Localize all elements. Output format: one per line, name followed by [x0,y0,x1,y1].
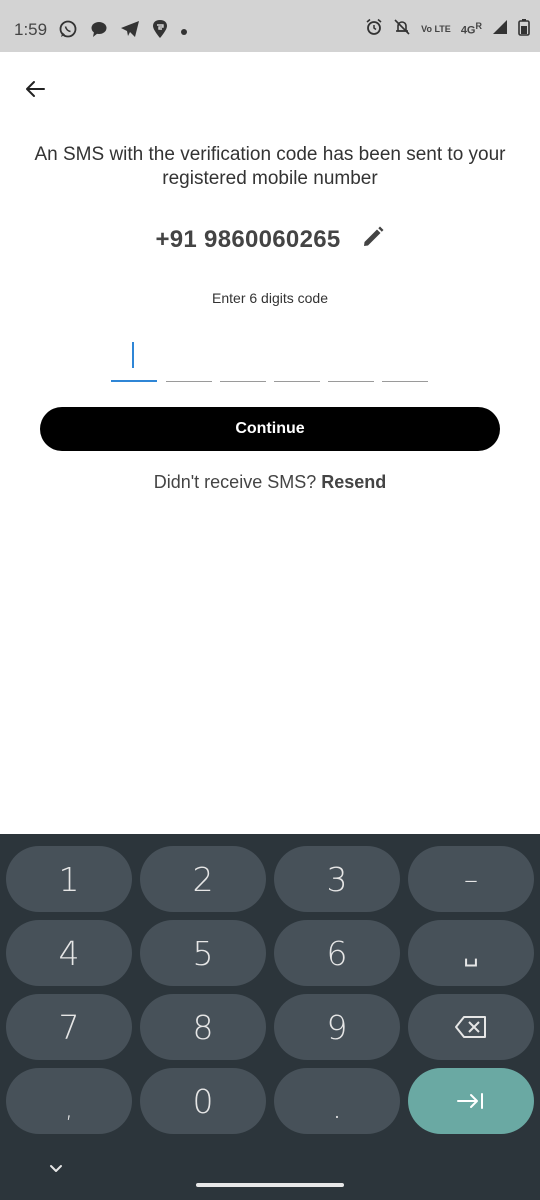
key-4[interactable]: 4 [6,920,132,986]
dot-icon [180,23,188,41]
key-0[interactable]: 0 [140,1068,266,1134]
key-9[interactable]: 9 [274,994,400,1060]
key-space[interactable]: ␣ [408,920,534,986]
key-3[interactable]: 3 [274,846,400,912]
network-label: 4G [460,24,476,37]
alarm-icon [365,18,383,41]
otp-digit-3[interactable] [220,340,266,382]
otp-input [111,340,431,384]
resend-row: Didn't receive SMS? Resend [0,472,540,493]
roaming-label: R [475,21,483,32]
otp-digit-4[interactable] [274,340,320,382]
otp-digit-6[interactable] [382,340,428,382]
resend-link[interactable]: Resend [321,472,386,492]
gesture-nav-handle[interactable] [196,1183,344,1187]
key-next[interactable] [408,1068,534,1134]
otp-digit-2[interactable] [166,340,212,382]
key-8[interactable]: 8 [140,994,266,1060]
bell-off-icon [393,18,411,41]
key-comma[interactable]: , [6,1068,132,1134]
network-type: 4GR [461,22,482,37]
hide-keyboard-button[interactable] [46,1158,66,1178]
battery-icon [518,18,530,41]
code-label: Enter 6 digits code [212,290,328,306]
pencil-icon [363,226,384,246]
key-period[interactable]: . [274,1068,400,1134]
resend-prompt: Didn't receive SMS? [153,472,317,492]
back-button[interactable] [18,72,52,106]
key-minus[interactable]: – [408,846,534,912]
key-backspace[interactable] [408,994,534,1060]
sms-info-text: An SMS with the verification code has be… [34,144,506,189]
status-time: 1:59 [14,20,48,39]
key-7[interactable]: 7 [6,994,132,1060]
edit-phone-button[interactable] [361,225,385,254]
chevron-down-icon [50,1165,62,1172]
key-2[interactable]: 2 [140,846,266,912]
otp-digit-1[interactable] [111,340,157,382]
status-bar: 1:59 Vo LTE 4GR [0,0,540,52]
text-cursor [132,342,134,368]
arrow-left-icon [26,81,45,97]
otp-digit-5[interactable] [328,340,374,382]
volte-icon: Vo LTE [421,24,451,34]
notification-icons [58,19,188,44]
backspace-icon [455,1016,486,1038]
continue-button[interactable]: Continue [40,407,500,451]
telegram-icon [120,20,140,43]
key-6[interactable]: 6 [274,920,400,986]
swiggy-icon [152,19,168,44]
phone-row: +91 9860060265 [0,225,540,254]
signal-icon [492,19,508,40]
tab-next-icon [457,1093,483,1109]
chat-bubble-icon [90,20,108,43]
phone-number: +91 9860060265 [155,225,341,253]
key-5[interactable]: 5 [140,920,266,986]
system-icons: Vo LTE 4GR [365,18,530,41]
key-1[interactable]: 1 [6,846,132,912]
whatsapp-icon [58,19,78,44]
